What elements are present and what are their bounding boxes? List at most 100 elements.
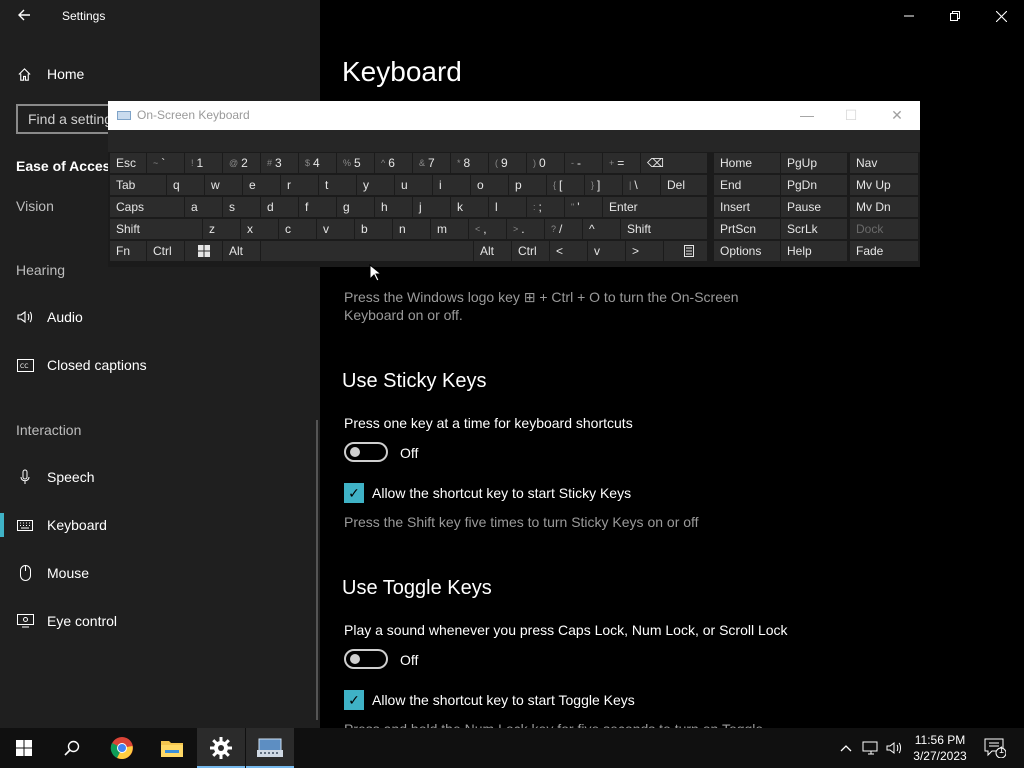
taskbar-file-explorer[interactable] <box>148 728 196 768</box>
key-alt-left[interactable]: Alt <box>223 241 260 261</box>
sidebar-item-mouse[interactable]: Mouse <box>16 561 89 585</box>
osk-close-button[interactable]: ✕ <box>882 105 912 125</box>
key-prtscn[interactable]: PrtScn <box>714 219 780 239</box>
taskbar-on-screen-keyboard[interactable] <box>246 728 294 768</box>
key-shift-left[interactable]: Shift <box>110 219 202 239</box>
key-alt-right[interactable]: Alt <box>474 241 511 261</box>
key-1[interactable]: ! 1 <box>185 153 222 173</box>
key-mv-dn[interactable]: Mv Dn <box>850 197 918 217</box>
network-button[interactable] <box>860 728 882 768</box>
key-insert[interactable]: Insert <box>714 197 780 217</box>
taskbar-chrome[interactable] <box>98 728 146 768</box>
toggle-keys-toggle[interactable] <box>344 649 388 669</box>
key-x[interactable]: x <box>241 219 278 239</box>
action-center-button[interactable]: 1 <box>980 728 1010 768</box>
toggle-keys-shortcut-checkbox[interactable]: ✓ <box>344 690 364 710</box>
key-a[interactable]: a <box>185 197 222 217</box>
key-n[interactable]: n <box>393 219 430 239</box>
sticky-keys-shortcut-checkbox[interactable]: ✓ <box>344 483 364 503</box>
key-y[interactable]: y <box>357 175 394 195</box>
key-end[interactable]: End <box>714 175 780 195</box>
key-nav[interactable]: Nav <box>850 153 918 173</box>
key-pause[interactable]: Pause <box>781 197 847 217</box>
taskbar-settings[interactable] <box>197 728 245 768</box>
key-5[interactable]: % 5 <box>337 153 374 173</box>
key-tilde[interactable]: ~ ` <box>147 153 184 173</box>
key-options[interactable]: Options <box>714 241 780 261</box>
search-button[interactable] <box>48 728 96 768</box>
show-hidden-icons-button[interactable] <box>836 728 856 768</box>
sidebar-item-closed-captions[interactable]: CC Closed captions <box>16 353 147 377</box>
sidebar-item-eye-control[interactable]: Eye control <box>16 609 117 633</box>
key-enter[interactable]: Enter <box>603 197 707 217</box>
key-p[interactable]: p <box>509 175 546 195</box>
sidebar-scrollbar[interactable] <box>316 420 318 720</box>
key-g[interactable]: g <box>337 197 374 217</box>
key-e[interactable]: e <box>243 175 280 195</box>
key-fn[interactable]: Fn <box>110 241 146 261</box>
key-s[interactable]: s <box>223 197 260 217</box>
key-home[interactable]: Home <box>714 153 780 173</box>
osk-maximize-button[interactable]: ☐ <box>836 105 866 125</box>
home-nav-item[interactable]: Home <box>16 62 84 86</box>
key-tab[interactable]: Tab <box>110 175 166 195</box>
key-w[interactable]: w <box>205 175 242 195</box>
key-shift-right[interactable]: Shift <box>621 219 707 239</box>
key-mv-up[interactable]: Mv Up <box>850 175 918 195</box>
key-del[interactable]: Del <box>661 175 707 195</box>
minimize-button[interactable] <box>886 0 932 32</box>
key-right-bracket[interactable]: }] <box>585 175 622 195</box>
key-9[interactable]: (9 <box>489 153 526 173</box>
key-pgup[interactable]: PgUp <box>781 153 847 173</box>
key-k[interactable]: k <box>451 197 488 217</box>
key-windows[interactable] <box>185 241 222 261</box>
back-button[interactable] <box>10 4 38 28</box>
key-caps[interactable]: Caps <box>110 197 184 217</box>
key-backspace[interactable]: ⌫ <box>641 153 707 173</box>
osk-title-bar[interactable]: On-Screen Keyboard — ☐ ✕ <box>108 101 920 130</box>
sidebar-item-speech[interactable]: Speech <box>16 465 94 489</box>
key-l[interactable]: l <box>489 197 526 217</box>
key-d[interactable]: d <box>261 197 298 217</box>
key-left-bracket[interactable]: {[ <box>547 175 584 195</box>
key-m[interactable]: m <box>431 219 468 239</box>
restore-button[interactable] <box>932 0 978 32</box>
key-quote[interactable]: " ' <box>565 197 602 217</box>
key-period[interactable]: >. <box>507 219 544 239</box>
key-down-arrow[interactable]: v <box>588 241 625 261</box>
key-ctrl-right[interactable]: Ctrl <box>512 241 549 261</box>
key-q[interactable]: q <box>167 175 204 195</box>
key-up-arrow[interactable]: ^ <box>583 219 620 239</box>
key-r[interactable]: r <box>281 175 318 195</box>
key-h[interactable]: h <box>375 197 412 217</box>
key-left-arrow[interactable]: < <box>550 241 587 261</box>
key-dock[interactable]: Dock <box>850 219 918 239</box>
key-pgdn[interactable]: PgDn <box>781 175 847 195</box>
key-ctrl-left[interactable]: Ctrl <box>147 241 184 261</box>
key-c[interactable]: c <box>279 219 316 239</box>
osk-minimize-button[interactable]: — <box>792 105 822 125</box>
sidebar-item-audio[interactable]: Audio <box>16 305 83 329</box>
key-2[interactable]: @2 <box>223 153 260 173</box>
sidebar-item-keyboard[interactable]: Keyboard <box>0 513 107 537</box>
sticky-keys-toggle[interactable] <box>344 442 388 462</box>
key-v[interactable]: v <box>317 219 354 239</box>
key-comma[interactable]: <, <box>469 219 506 239</box>
key-i[interactable]: i <box>433 175 470 195</box>
key-t[interactable]: t <box>319 175 356 195</box>
key-0[interactable]: ) 0 <box>527 153 564 173</box>
key-minus[interactable]: -- <box>565 153 602 173</box>
key-menu[interactable] <box>664 241 707 261</box>
key-u[interactable]: u <box>395 175 432 195</box>
key-help[interactable]: Help <box>781 241 847 261</box>
key-6[interactable]: ^ 6 <box>375 153 412 173</box>
key-b[interactable]: b <box>355 219 392 239</box>
key-o[interactable]: o <box>471 175 508 195</box>
key-esc[interactable]: Esc <box>110 153 146 173</box>
key-slash[interactable]: ? / <box>545 219 582 239</box>
key-space[interactable] <box>261 241 473 261</box>
key-right-arrow[interactable]: > <box>626 241 663 261</box>
close-button[interactable] <box>978 0 1024 32</box>
key-fade[interactable]: Fade <box>850 241 918 261</box>
key-j[interactable]: j <box>413 197 450 217</box>
